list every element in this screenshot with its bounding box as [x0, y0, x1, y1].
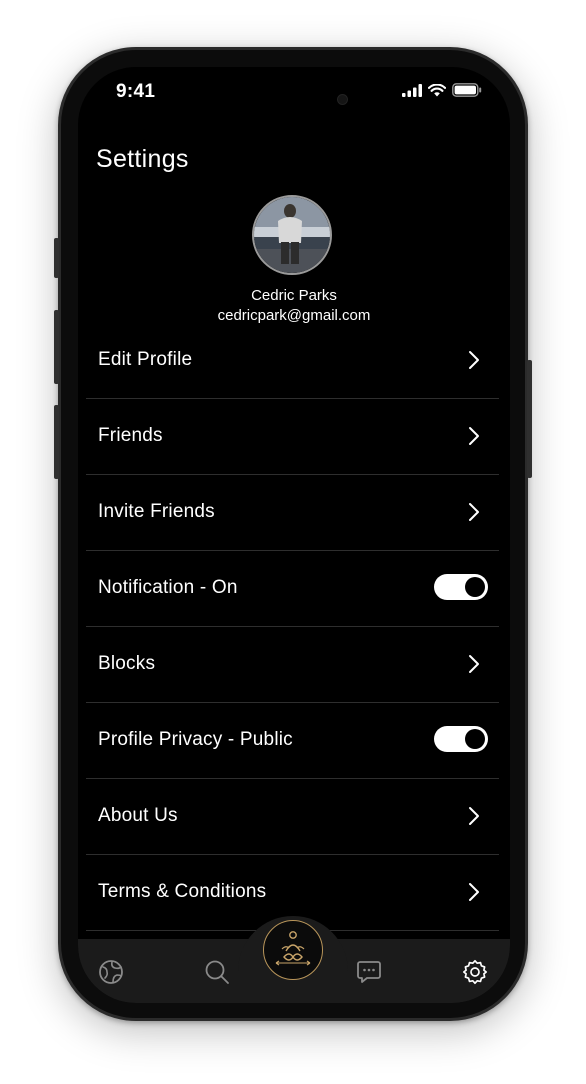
chevron-right-icon	[469, 807, 479, 825]
menu-item-label: About Us	[98, 805, 178, 826]
action-button	[54, 238, 59, 278]
menu-item-invite-friends[interactable]: Invite Friends	[86, 475, 499, 551]
chevron-right-icon	[469, 427, 479, 445]
menu-item-label: Invite Friends	[98, 501, 215, 522]
chat-icon[interactable]	[356, 959, 382, 985]
page-title: Settings	[96, 145, 189, 173]
chevron-right-icon	[469, 351, 479, 369]
signal-icon	[402, 83, 422, 97]
menu-item-label: Friends	[98, 425, 163, 446]
meditation-center-button[interactable]	[263, 920, 323, 980]
status-bar: 9:41	[78, 67, 510, 117]
user-email: cedricpark@gmail.com	[217, 307, 371, 324]
status-time: 9:41	[116, 81, 156, 102]
notification-toggle[interactable]	[434, 574, 488, 600]
menu-item-label: Notification - On	[98, 577, 238, 598]
battery-icon	[452, 83, 482, 97]
menu-item-label: Terms & Conditions	[98, 881, 267, 902]
menu-item-notification: Notification - On	[86, 551, 499, 627]
toggle-knob	[465, 729, 485, 749]
volume-up-button	[54, 310, 59, 384]
menu-item-profile-privacy: Profile Privacy - Public	[86, 703, 499, 779]
chevron-right-icon	[469, 503, 479, 521]
wifi-icon	[428, 83, 446, 96]
chevron-right-icon	[469, 655, 479, 673]
avatar-photo	[254, 197, 330, 273]
avatar[interactable]	[252, 195, 332, 275]
menu-item-blocks[interactable]: Blocks	[86, 627, 499, 703]
chevron-right-icon	[469, 883, 479, 901]
menu-item-label: Edit Profile	[98, 349, 193, 370]
menu-item-about-us[interactable]: About Us	[86, 779, 499, 855]
user-name: Cedric Parks	[251, 287, 337, 304]
search-icon[interactable]	[204, 959, 230, 985]
power-button	[527, 360, 532, 478]
profile-privacy-toggle[interactable]	[434, 726, 488, 752]
settings-menu: Edit Profile Friends Invite Friends Noti…	[86, 323, 499, 931]
volume-down-button	[54, 405, 59, 479]
menu-item-edit-profile[interactable]: Edit Profile	[86, 323, 499, 399]
menu-item-friends[interactable]: Friends	[86, 399, 499, 475]
gear-icon[interactable]	[462, 959, 488, 985]
status-icons	[402, 83, 482, 97]
screen: 9:41 Settings Cedric Parks cedricpark@gm…	[78, 67, 510, 1003]
menu-item-label: Blocks	[98, 653, 156, 674]
front-camera	[337, 94, 348, 105]
globe-icon[interactable]	[98, 959, 124, 985]
menu-item-label: Profile Privacy - Public	[98, 729, 293, 750]
toggle-knob	[465, 577, 485, 597]
meditation-logo-icon	[275, 931, 311, 966]
